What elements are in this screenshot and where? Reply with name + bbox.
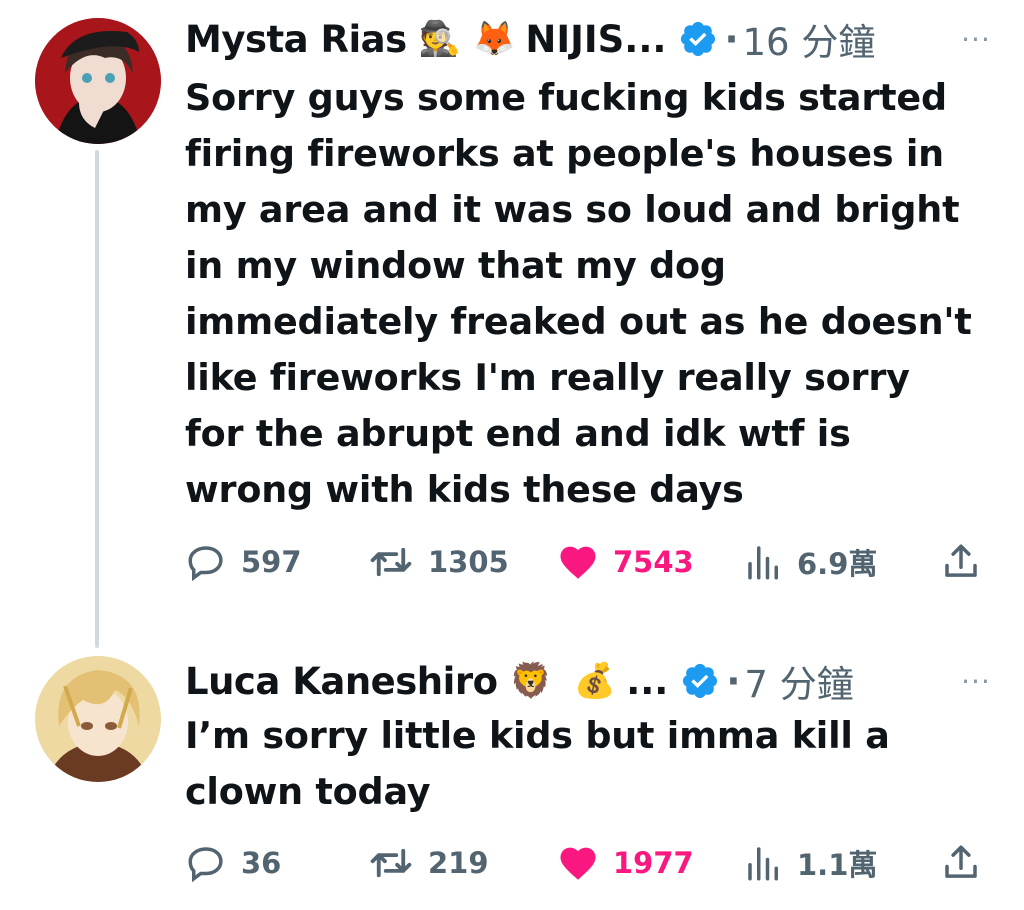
repost-count: 219 [428, 846, 489, 880]
fox-emoji: 🦊 [473, 19, 516, 59]
reply-icon [188, 546, 223, 582]
reply-count: 597 [241, 545, 302, 579]
avatar[interactable] [35, 18, 161, 144]
like-icon [560, 546, 596, 579]
like-count: 7543 [613, 545, 694, 579]
more-icon[interactable]: ··· [952, 12, 1000, 66]
author-name[interactable]: Luca Kaneshiro [185, 660, 498, 703]
tweet-text-line: like fireworks I'm really really sorry [185, 356, 910, 399]
thread-connector-line [95, 150, 99, 648]
thread-view: Mysta Rias 🕵️ 🦊 NIJIS... · 16 分鐘 ··· Sor… [0, 0, 1024, 910]
money-bag-emoji: 💰 [573, 661, 617, 701]
tweet-text-line: Sorry guys some fucking kids started [185, 76, 947, 119]
lion-emoji: 🦁 [509, 661, 552, 701]
reply-count: 36 [241, 846, 282, 880]
views-button[interactable]: 1.1萬 [745, 838, 877, 888]
views-button[interactable]: 6.9萬 [745, 537, 877, 587]
tweet-text: Sorry guys some fucking kids started fir… [185, 70, 1005, 518]
tweet-text-line: wrong with kids these days [185, 468, 744, 511]
detective-emoji: 🕵️ [418, 19, 462, 59]
like-button[interactable]: 7543 [557, 537, 694, 587]
reply-icon [188, 847, 223, 883]
share-icon [945, 845, 977, 878]
tweet-text-line: I’m sorry little kids but imma kill a [185, 714, 890, 757]
timestamp[interactable]: 7 分鐘 [744, 654, 853, 708]
like-count: 1977 [613, 846, 694, 880]
tweet-text: I’m sorry little kids but imma kill a cl… [185, 708, 1005, 820]
action-bar: 36 219 1977 1.1萬 [185, 838, 984, 888]
avatar[interactable] [35, 656, 161, 782]
share-button[interactable] [940, 838, 982, 888]
tweet-header: Mysta Rias 🕵️ 🦊 NIJIS... · 16 分鐘 ··· [185, 12, 1008, 66]
separator-dot: · [724, 17, 739, 61]
repost-button[interactable]: 219 [368, 838, 489, 888]
separator-dot: · [726, 659, 741, 703]
views-icon [748, 847, 778, 881]
repost-icon [370, 547, 412, 577]
tweet-text-line: my area and it was so loud and bright [185, 188, 960, 231]
verified-badge-icon [680, 661, 720, 701]
share-icon [945, 544, 977, 577]
tweet-text-line: in my window that my dog [185, 244, 726, 287]
more-icon[interactable]: ··· [952, 654, 1000, 708]
repost-count: 1305 [428, 545, 509, 579]
like-button[interactable]: 1977 [557, 838, 694, 888]
tweet-text-line: clown today [185, 770, 431, 813]
author-name-suffix[interactable]: ... [626, 660, 668, 703]
repost-icon [370, 848, 412, 878]
like-icon [560, 847, 596, 880]
tweet-header: Luca Kaneshiro 🦁 💰 ... · 7 分鐘 ··· [185, 654, 1008, 708]
reply-button[interactable]: 597 [185, 537, 302, 587]
timestamp[interactable]: 16 分鐘 [743, 12, 876, 66]
tweet-text-line: immediately freaked out as he doesn't [185, 300, 972, 343]
tweet-text-line: firing fireworks at people's houses in [185, 132, 944, 175]
view-count: 1.1萬 [797, 848, 878, 882]
verified-badge-icon [678, 19, 718, 59]
reply-button[interactable]: 36 [185, 838, 281, 888]
tweet-text-line: for the abrupt end and idk wtf is [185, 412, 851, 455]
views-icon [748, 546, 778, 580]
author-name-suffix[interactable]: NIJIS... [525, 18, 666, 61]
share-button[interactable] [940, 537, 982, 587]
repost-button[interactable]: 1305 [368, 537, 509, 587]
author-name[interactable]: Mysta Rias [185, 18, 407, 61]
view-count: 6.9萬 [797, 547, 878, 581]
action-bar: 597 1305 7543 6.9萬 [185, 537, 984, 587]
